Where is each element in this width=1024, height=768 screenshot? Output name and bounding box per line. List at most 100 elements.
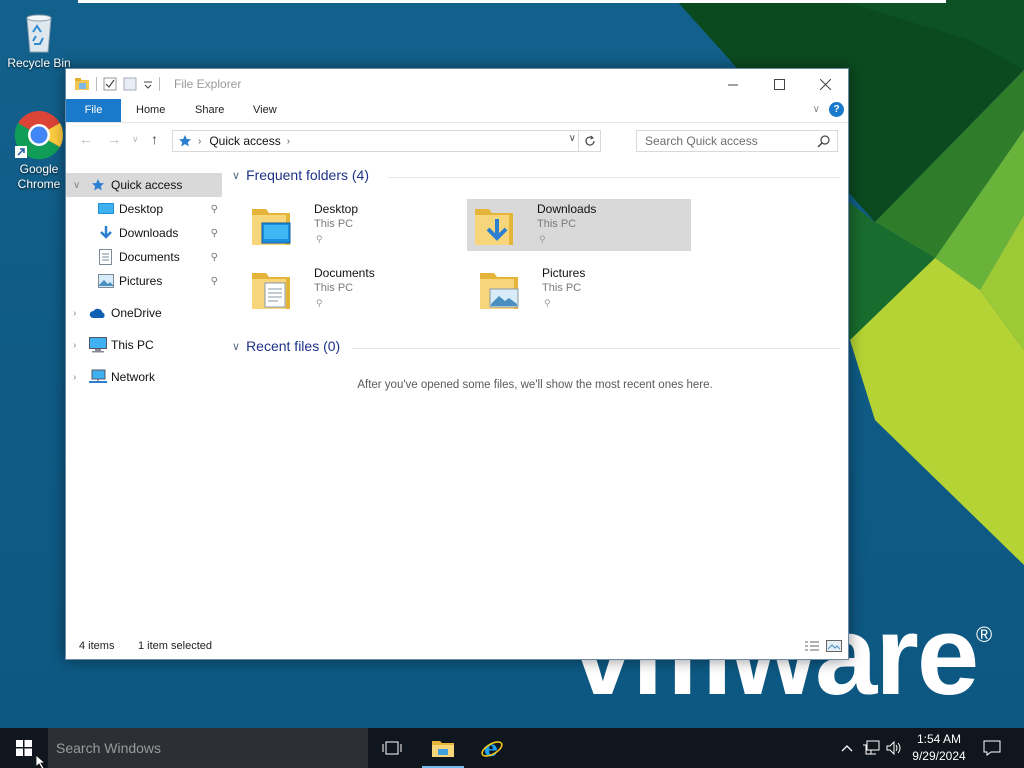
windows-logo-icon [16,740,32,756]
clock-time: 1:54 AM [916,732,962,746]
quick-access-toolbar [74,76,160,92]
downloads-folder-icon [475,209,513,245]
collapse-chevron-icon[interactable]: ∨ [232,169,240,182]
recent-files-empty-message: After you've opened some files, we'll sh… [357,379,713,391]
collapse-chevron-icon[interactable]: ∨ [232,340,240,353]
expand-chevron-icon[interactable]: › [73,340,76,351]
selection-count: 1 item selected [138,640,212,652]
tab-view[interactable]: View [241,99,289,122]
nav-item-desktop[interactable]: Desktop ⚲ [66,197,222,221]
search-icon[interactable] [817,134,831,148]
nav-item-quick-access[interactable]: ∨ Quick access [66,173,222,197]
breadcrumb-chevron-icon[interactable]: › [287,136,290,147]
recycle-bin-icon [26,14,52,53]
nav-item-label: This PC [111,338,154,352]
volume-tray-button[interactable] [884,728,904,768]
folder-tile-pictures[interactable]: Pictures This PC ⚲ [472,263,696,315]
folder-location: This PC [314,282,354,294]
search-input[interactable] [637,131,807,151]
folder-location: This PC [537,218,577,230]
expand-chevron-icon[interactable]: › [73,308,76,319]
forward-button[interactable]: → [107,131,121,147]
nav-item-label: OneDrive [111,306,162,320]
close-icon [819,78,831,90]
show-hidden-icons-button[interactable] [838,728,856,768]
pin-icon: ⚲ [544,298,551,308]
folder-name: Documents [314,266,375,280]
desktop-icon-label: Chrome [17,177,61,191]
up-button[interactable]: ↑ [151,131,158,147]
nav-item-onedrive[interactable]: › OneDrive [66,301,222,325]
refresh-button[interactable] [578,131,600,151]
folder-name: Pictures [542,266,586,280]
large-icons-view-icon[interactable] [826,640,842,652]
documents-folder-icon [252,273,290,309]
registered-mark: ® [976,622,993,647]
clock[interactable]: 1:54 AM 9/29/2024 [906,731,972,765]
properties-icon[interactable] [103,77,117,91]
navigation-bar: ← → ∨ ↑ › Quick access › ∨ [66,122,848,156]
folder-location: This PC [542,282,582,294]
recent-locations-button[interactable]: ∨ [132,134,139,145]
search-box[interactable] [636,130,838,152]
nav-item-this-pc[interactable]: › This PC [66,333,222,357]
folder-tile-documents[interactable]: Documents This PC ⚲ [244,263,468,315]
tab-file[interactable]: File [66,99,121,122]
expand-ribbon-icon[interactable]: ∨ [813,104,820,115]
task-view-button[interactable] [369,728,415,768]
taskbar-search-input[interactable] [48,728,348,768]
close-button[interactable] [802,69,848,99]
breadcrumb-chevron-icon[interactable]: › [198,136,201,147]
file-explorer-window: File Explorer File Home Share View ∨ ? ←… [65,68,849,660]
status-bar: 4 items 1 item selected [66,635,848,659]
task-view-icon [382,741,402,755]
maximize-button[interactable] [756,69,802,99]
toolbar-separator [159,77,160,91]
tab-home[interactable]: Home [124,99,177,122]
toolbar-separator [96,77,97,91]
minimize-button[interactable] [710,69,756,99]
taskbar-internet-explorer[interactable]: e [469,728,515,768]
back-button[interactable]: ← [79,131,93,147]
customize-toolbar-chevron-icon[interactable] [143,77,153,91]
pin-icon: ⚲ [316,298,323,308]
nav-item-downloads[interactable]: Downloads ⚲ [66,221,222,245]
network-tray-button[interactable] [860,728,882,768]
breadcrumb-quick-access[interactable]: Quick access [209,134,280,148]
nav-item-documents[interactable]: Documents ⚲ [66,245,222,269]
taskbar-file-explorer[interactable] [420,728,466,768]
nav-item-label: Desktop [119,202,164,216]
taskbar-search[interactable] [48,728,368,768]
address-dropdown-icon[interactable]: ∨ [569,133,576,144]
nav-item-label: Documents [119,250,180,264]
group-divider [388,177,840,178]
nav-item-network[interactable]: › Network [66,365,222,389]
help-button[interactable]: ? [829,102,844,117]
downloads-arrow-icon [100,226,112,239]
folder-tile-downloads[interactable]: Downloads This PC ⚲ [467,199,691,251]
tab-share[interactable]: Share [183,99,236,122]
collapse-chevron-icon[interactable]: ∨ [73,180,80,191]
documents-icon [99,249,112,265]
chrome-icon [14,111,64,160]
window-edge [78,0,946,3]
window-title: File Explorer [174,77,242,91]
pin-icon: ⚲ [210,275,218,287]
address-bar[interactable]: › Quick access › ∨ [172,130,601,152]
title-bar[interactable]: File Explorer [66,69,848,99]
desktop-icon-recycle-bin[interactable]: Recycle Bin [0,8,78,71]
new-folder-icon[interactable] [123,77,137,91]
nav-item-pictures[interactable]: Pictures ⚲ [66,269,222,293]
group-header-frequent[interactable]: ∨ Frequent folders (4) [232,167,369,183]
folder-icon[interactable] [74,76,90,92]
action-center-button[interactable] [980,728,1004,768]
expand-chevron-icon[interactable]: › [73,372,76,383]
details-view-icon[interactable] [804,640,820,652]
group-header-recent[interactable]: ∨ Recent files (0) [232,338,340,354]
folder-tile-desktop[interactable]: Desktop This PC ⚲ [244,199,468,251]
arrow-up-icon: ↑ [151,131,158,147]
navigation-pane: ∨ Quick access Desktop ⚲ Downloads ⚲ Doc… [66,169,222,629]
pin-icon: ⚲ [316,234,323,244]
arrow-left-icon: ← [79,131,93,147]
pictures-folder-icon [480,273,519,309]
